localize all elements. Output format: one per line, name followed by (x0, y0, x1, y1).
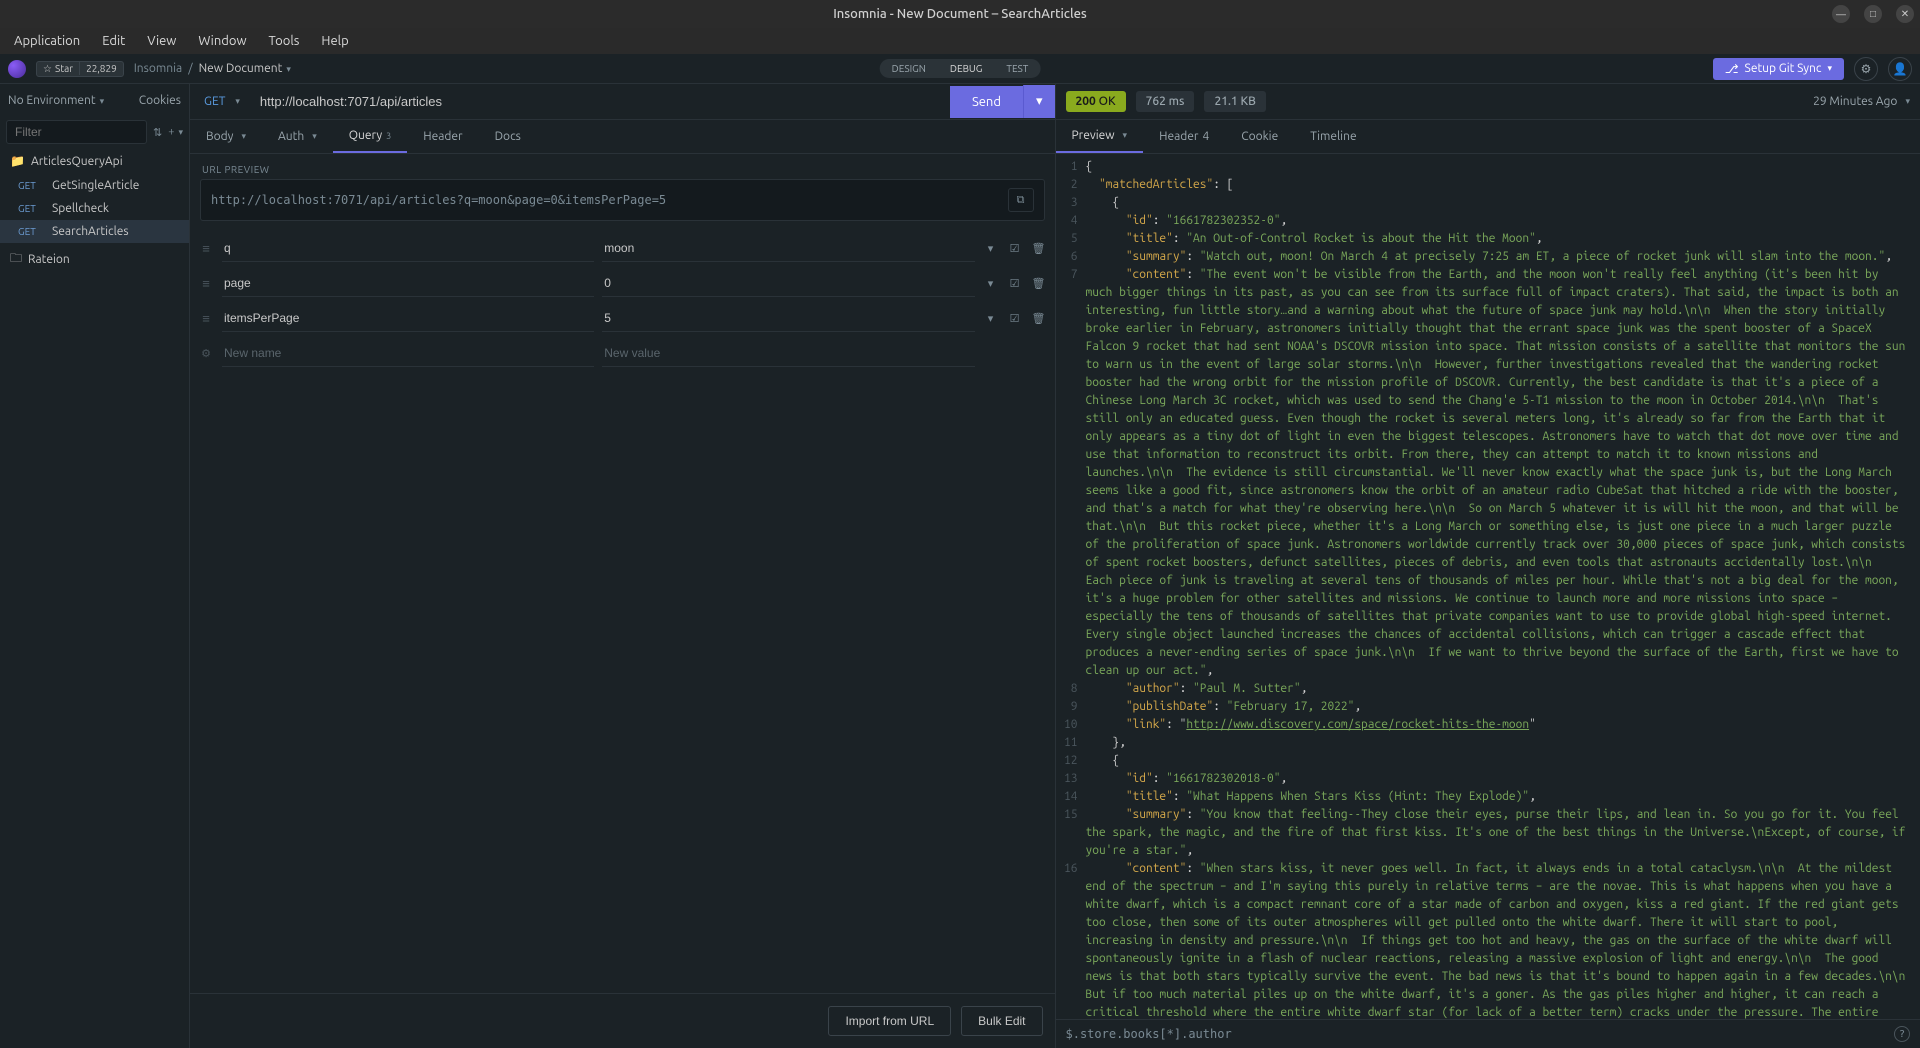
bulk-edit-button[interactable]: Bulk Edit (961, 1006, 1042, 1036)
json-response[interactable]: 1{2 "matchedArticles": [3 {4 "id": "1661… (1056, 154, 1920, 1019)
query-row: ≡ ▾ ☑ 🗑 (196, 266, 1049, 301)
star-icon: ☆ (43, 63, 52, 75)
filter-input[interactable] (6, 120, 147, 144)
drag-handle-icon[interactable]: ≡ (198, 276, 214, 291)
folder-rateion[interactable]: 🗀 Rateion (0, 243, 189, 276)
query-row-new: ⚙ (196, 336, 1049, 371)
tab-timeline[interactable]: Timeline (1294, 120, 1372, 153)
param-value-input[interactable] (602, 340, 974, 367)
tab-auth[interactable]: Auth (262, 120, 333, 153)
status-code[interactable]: 200 OK (1066, 91, 1126, 112)
import-from-url-button[interactable]: Import from URL (828, 1006, 951, 1036)
add-request-button[interactable]: + (168, 126, 183, 138)
sort-icon[interactable]: ⇅ (153, 126, 162, 139)
menu-application[interactable]: Application (4, 30, 90, 52)
param-name-input[interactable] (222, 305, 594, 332)
copy-icon: ⧉ (1017, 193, 1025, 206)
breadcrumb-document[interactable]: New Document (199, 62, 291, 75)
settings-button[interactable]: ⚙ (1854, 57, 1878, 81)
param-name-input[interactable] (222, 235, 594, 262)
tab-response-header[interactable]: Header4 (1143, 120, 1225, 153)
tab-query[interactable]: Query3 (333, 120, 407, 153)
param-dropdown[interactable]: ▾ (983, 242, 999, 255)
minimize-button[interactable]: — (1832, 5, 1850, 23)
param-value-input[interactable] (602, 305, 974, 332)
request-getsinglearticle[interactable]: GET GetSingleArticle (0, 174, 189, 197)
param-delete-button[interactable]: 🗑 (1031, 312, 1047, 325)
param-enabled-checkbox[interactable]: ☑ (1007, 277, 1023, 290)
environment-selector[interactable]: No Environment (8, 94, 104, 107)
tab-docs[interactable]: Docs (479, 120, 537, 153)
gear-icon[interactable]: ⚙ (198, 347, 214, 360)
tab-preview[interactable]: Preview (1056, 120, 1144, 153)
breadcrumb-workspace[interactable]: Insomnia (134, 62, 182, 75)
folder-outline-icon: 🗀 (10, 249, 22, 270)
param-delete-button[interactable]: 🗑 (1031, 242, 1047, 255)
menubar: Application Edit View Window Tools Help (0, 28, 1920, 54)
request-spellcheck[interactable]: GET Spellcheck (0, 197, 189, 220)
param-dropdown[interactable]: ▾ (983, 277, 999, 290)
account-button[interactable]: 👤 (1888, 57, 1912, 81)
param-name-input[interactable] (222, 270, 594, 297)
mode-design[interactable]: DESIGN (880, 59, 938, 78)
maximize-button[interactable]: □ (1864, 5, 1882, 23)
menu-view[interactable]: View (137, 30, 186, 52)
topbar: ☆Star 22,829 Insomnia / New Document DES… (0, 54, 1920, 84)
insomnia-logo[interactable] (8, 60, 26, 78)
folder-articlesqueryapi[interactable]: 📁 ArticlesQueryApi (0, 148, 189, 174)
url-preview: http://localhost:7071/api/articles?q=moo… (200, 179, 1045, 221)
tab-cookie[interactable]: Cookie (1225, 120, 1294, 153)
param-value-input[interactable] (602, 270, 974, 297)
menu-help[interactable]: Help (311, 30, 358, 52)
mode-test[interactable]: TEST (994, 59, 1040, 78)
url-input[interactable] (254, 94, 950, 109)
param-name-input[interactable] (222, 340, 594, 367)
param-enabled-checkbox[interactable]: ☑ (1007, 312, 1023, 325)
response-pane: 200 OK 762 ms 21.1 KB 29 Minutes Ago Pre… (1056, 84, 1920, 1048)
request-pane: GET Send ▾ Body Auth Query3 Header Docs … (190, 84, 1056, 1048)
response-history[interactable]: 29 Minutes Ago (1813, 95, 1910, 108)
param-value-input[interactable] (602, 235, 974, 262)
param-delete-button[interactable]: 🗑 (1031, 277, 1047, 290)
branch-icon: ⎇ (1725, 62, 1739, 76)
tab-body[interactable]: Body (190, 120, 262, 153)
response-size[interactable]: 21.1 KB (1204, 91, 1265, 112)
jsonpath-filter[interactable]: $.store.books[*].author ? (1056, 1019, 1920, 1048)
mode-debug[interactable]: DEBUG (938, 59, 994, 78)
query-row: ≡ ▾ ☑ 🗑 (196, 231, 1049, 266)
breadcrumb: Insomnia / New Document (134, 62, 291, 75)
drag-handle-icon[interactable]: ≡ (198, 241, 214, 256)
mode-switcher: DESIGN DEBUG TEST (880, 59, 1041, 78)
menu-edit[interactable]: Edit (92, 30, 135, 52)
git-sync-button[interactable]: ⎇ Setup Git Sync ▾ (1713, 58, 1844, 80)
folder-icon: 📁 (10, 154, 25, 168)
chevron-down-icon: ▾ (1827, 63, 1832, 74)
response-time[interactable]: 762 ms (1136, 91, 1195, 112)
param-enabled-checkbox[interactable]: ☑ (1007, 242, 1023, 255)
sidebar: No Environment Cookies ⇅ + 📁 ArticlesQue… (0, 84, 190, 1048)
titlebar: Insomnia - New Document – SearchArticles… (0, 0, 1920, 28)
close-button[interactable]: ✕ (1896, 5, 1914, 23)
query-params-table: ≡ ▾ ☑ 🗑 ≡ ▾ ☑ 🗑 ≡ ▾ ☑ 🗑 (190, 231, 1055, 371)
cookies-button[interactable]: Cookies (139, 94, 181, 107)
user-icon: 👤 (1893, 62, 1908, 76)
method-selector[interactable]: GET (190, 95, 254, 108)
send-dropdown[interactable]: ▾ (1023, 85, 1055, 118)
menu-window[interactable]: Window (188, 30, 256, 52)
url-preview-label: URL PREVIEW (190, 154, 1055, 179)
query-row: ≡ ▾ ☑ 🗑 (196, 301, 1049, 336)
request-searcharticles[interactable]: GET SearchArticles (0, 220, 189, 243)
drag-handle-icon[interactable]: ≡ (198, 311, 214, 326)
copy-url-button[interactable]: ⧉ (1008, 188, 1034, 212)
window-title: Insomnia - New Document – SearchArticles (833, 7, 1087, 21)
help-icon[interactable]: ? (1894, 1026, 1910, 1042)
tab-header[interactable]: Header (407, 120, 478, 153)
github-star[interactable]: ☆Star 22,829 (36, 61, 124, 77)
gear-icon: ⚙ (1861, 62, 1872, 76)
menu-tools[interactable]: Tools (259, 30, 310, 52)
send-button[interactable]: Send (950, 86, 1023, 118)
param-dropdown[interactable]: ▾ (983, 312, 999, 325)
